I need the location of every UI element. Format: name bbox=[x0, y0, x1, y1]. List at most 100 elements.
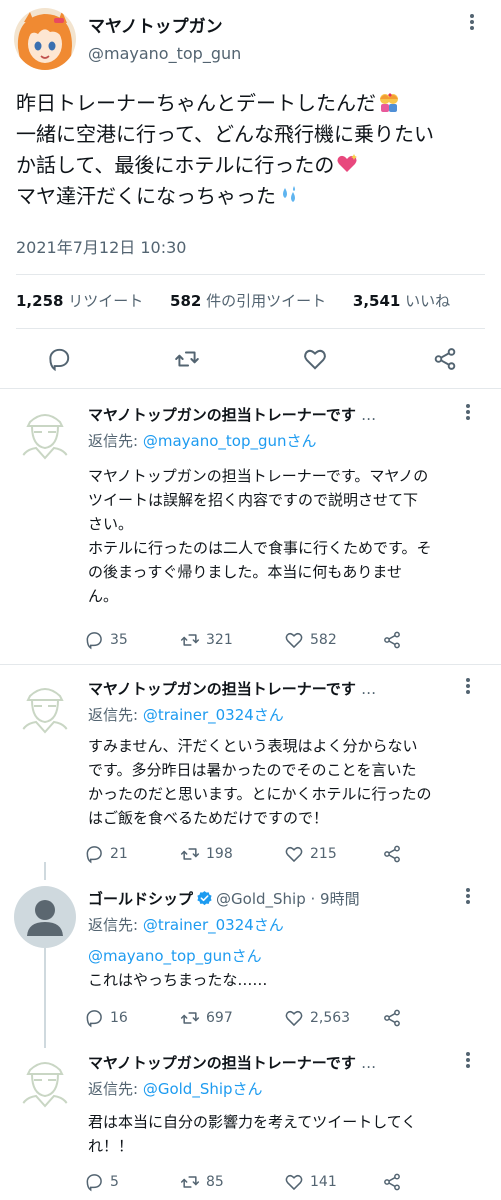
reply-to-mention[interactable]: @mayano_top_gunさん bbox=[143, 432, 317, 450]
retweet-icon bbox=[180, 848, 200, 860]
more-options-icon[interactable] bbox=[466, 678, 470, 694]
tweet-actions bbox=[0, 340, 501, 380]
couple-kiss-icon bbox=[380, 93, 398, 112]
retweet-label[interactable]: リツイート bbox=[68, 292, 143, 310]
handle[interactable]: @mayano_top_gun bbox=[88, 44, 241, 63]
reply-to: 返信先: @mayano_top_gunさん bbox=[88, 432, 317, 450]
reply-count: 5 bbox=[110, 1174, 119, 1190]
timestamp[interactable]: 2021年7月12日 10:30 bbox=[16, 234, 186, 258]
reply-author[interactable]: マヤノトップガンの担当トレーナーです … bbox=[88, 1052, 376, 1073]
retweet-icon bbox=[180, 1012, 200, 1024]
more-options-icon[interactable] bbox=[466, 888, 470, 904]
tweet-text: 昨日トレーナーちゃんとデートしたんだ 一緒に空港に行って、どんな飛行機に乗りたい… bbox=[16, 88, 486, 212]
retweet-button[interactable]: 198 bbox=[180, 844, 233, 864]
reply-tweet[interactable]: マヤノトップガンの担当トレーナーです … 返信先: @mayano_top_gu… bbox=[0, 402, 501, 662]
handle-time: @Gold_Ship · 9時間 bbox=[216, 890, 360, 908]
divider bbox=[16, 274, 485, 275]
share-button[interactable] bbox=[382, 630, 402, 650]
avatar[interactable] bbox=[14, 8, 76, 70]
sweat-droplets-icon bbox=[283, 186, 295, 202]
retweet-button[interactable]: 85 bbox=[180, 1172, 224, 1192]
share-button[interactable] bbox=[382, 844, 402, 864]
reply-icon bbox=[86, 1174, 102, 1192]
like-button[interactable]: 215 bbox=[284, 844, 337, 864]
reply-button[interactable]: 21 bbox=[84, 844, 128, 864]
reply-count: 21 bbox=[110, 846, 128, 862]
more-options-icon[interactable] bbox=[466, 404, 470, 420]
more-options-icon[interactable] bbox=[470, 14, 474, 30]
reply-tweet[interactable]: ゴールドシップ @Gold_Ship · 9時間 返信先: @trainer_03… bbox=[0, 886, 501, 1028]
reply-author[interactable]: マヤノトップガンの担当トレーナーです … bbox=[88, 404, 376, 425]
sparkling-heart-icon bbox=[337, 154, 358, 172]
like-button[interactable]: 582 bbox=[284, 630, 337, 650]
more-options-icon[interactable] bbox=[466, 1052, 470, 1068]
reply-text: 君は本当に自分の影響力を考えてツイートしてく れ！！ bbox=[88, 1113, 417, 1155]
reply-icon bbox=[86, 846, 102, 864]
like-count: 215 bbox=[310, 846, 337, 862]
share-button[interactable] bbox=[382, 1008, 402, 1028]
retweet-icon bbox=[180, 1176, 200, 1188]
reply-to: 返信先: @trainer_0324さん bbox=[88, 706, 284, 724]
trainer-avatar-image bbox=[14, 402, 76, 464]
reply-button[interactable]: 35 bbox=[84, 630, 128, 650]
reply-actions: 35 321 582 bbox=[84, 630, 414, 654]
display-name[interactable]: マヤノトップガン bbox=[88, 12, 223, 37]
retweet-icon bbox=[180, 634, 200, 646]
reply-author[interactable]: ゴールドシップ @Gold_Ship · 9時間 bbox=[88, 888, 360, 909]
tweet-line-2: 一緒に空港に行って、どんな飛行機に乗りたい bbox=[16, 122, 434, 146]
verified-badge-icon bbox=[197, 891, 212, 906]
share-icon bbox=[384, 845, 400, 863]
divider bbox=[16, 328, 485, 329]
reply-text: @mayano_top_gunさん これはやっちまったな…… bbox=[88, 944, 486, 992]
retweet-count[interactable]: 1,258 bbox=[16, 292, 63, 310]
like-label[interactable]: いいね bbox=[405, 292, 450, 310]
like-count: 2,563 bbox=[310, 1010, 351, 1026]
reply-tweet[interactable]: マヤノトップガンの担当トレーナーです … 返信先: @Gold_Shipさん 君… bbox=[0, 1050, 501, 1200]
tweet-line-1: 昨日トレーナーちゃんとデートしたんだ bbox=[16, 91, 376, 115]
retweet-count: 85 bbox=[206, 1174, 224, 1190]
reply-author[interactable]: マヤノトップガンの担当トレーナーです … bbox=[88, 678, 376, 699]
like-count: 141 bbox=[310, 1174, 337, 1190]
reply-icon bbox=[86, 1010, 102, 1028]
avatar[interactable] bbox=[14, 676, 76, 738]
like-icon bbox=[285, 1011, 303, 1027]
reply-icon[interactable] bbox=[46, 346, 72, 372]
avatar[interactable] bbox=[14, 886, 76, 948]
like-button[interactable]: 141 bbox=[284, 1172, 337, 1192]
reply-actions: 5 85 141 bbox=[84, 1172, 414, 1196]
quote-label[interactable]: 件の引用ツイート bbox=[206, 292, 326, 310]
reply-button[interactable]: 16 bbox=[84, 1008, 128, 1028]
share-icon bbox=[384, 1009, 400, 1027]
mention-link[interactable]: @mayano_top_gunさん bbox=[88, 944, 486, 968]
reply-text: マヤノトップガンの担当トレーナーです。マヤノの ツイートは誤解を招く内容ですので… bbox=[88, 467, 432, 605]
trainer-avatar-image bbox=[14, 676, 76, 738]
reply-to-mention[interactable]: @trainer_0324さん bbox=[143, 916, 284, 934]
avatar[interactable] bbox=[14, 402, 76, 464]
share-icon[interactable] bbox=[432, 346, 458, 372]
like-count[interactable]: 3,541 bbox=[353, 292, 400, 310]
engagement-stats: 1,258 リツイート 582 件の引用ツイート 3,541 いいね bbox=[16, 290, 472, 311]
reply-tweet[interactable]: マヤノトップガンの担当トレーナーです … 返信先: @trainer_0324さ… bbox=[0, 676, 501, 866]
avatar-image bbox=[14, 8, 76, 70]
retweet-icon[interactable] bbox=[174, 346, 200, 372]
tweet-line-4: マヤ達汗だくになっちゃった bbox=[16, 184, 276, 208]
like-icon[interactable] bbox=[302, 346, 328, 372]
reply-to-mention[interactable]: @trainer_0324さん bbox=[143, 706, 284, 724]
share-button[interactable] bbox=[382, 1172, 402, 1192]
like-icon bbox=[285, 847, 303, 863]
retweet-button[interactable]: 697 bbox=[180, 1008, 233, 1028]
retweet-count: 697 bbox=[206, 1010, 233, 1026]
share-icon bbox=[384, 1173, 400, 1191]
reply-actions: 16 697 2,563 bbox=[84, 1008, 414, 1032]
like-button[interactable]: 2,563 bbox=[284, 1008, 350, 1028]
reply-to-mention[interactable]: @Gold_Shipさん bbox=[143, 1080, 263, 1098]
like-icon bbox=[285, 633, 303, 649]
retweet-button[interactable]: 321 bbox=[180, 630, 233, 650]
avatar[interactable] bbox=[14, 1050, 76, 1112]
reply-count: 35 bbox=[110, 632, 128, 648]
reply-button[interactable]: 5 bbox=[84, 1172, 119, 1192]
reply-icon bbox=[86, 632, 102, 650]
retweet-count: 321 bbox=[206, 632, 233, 648]
share-icon bbox=[384, 631, 400, 649]
quote-count[interactable]: 582 bbox=[170, 292, 201, 310]
